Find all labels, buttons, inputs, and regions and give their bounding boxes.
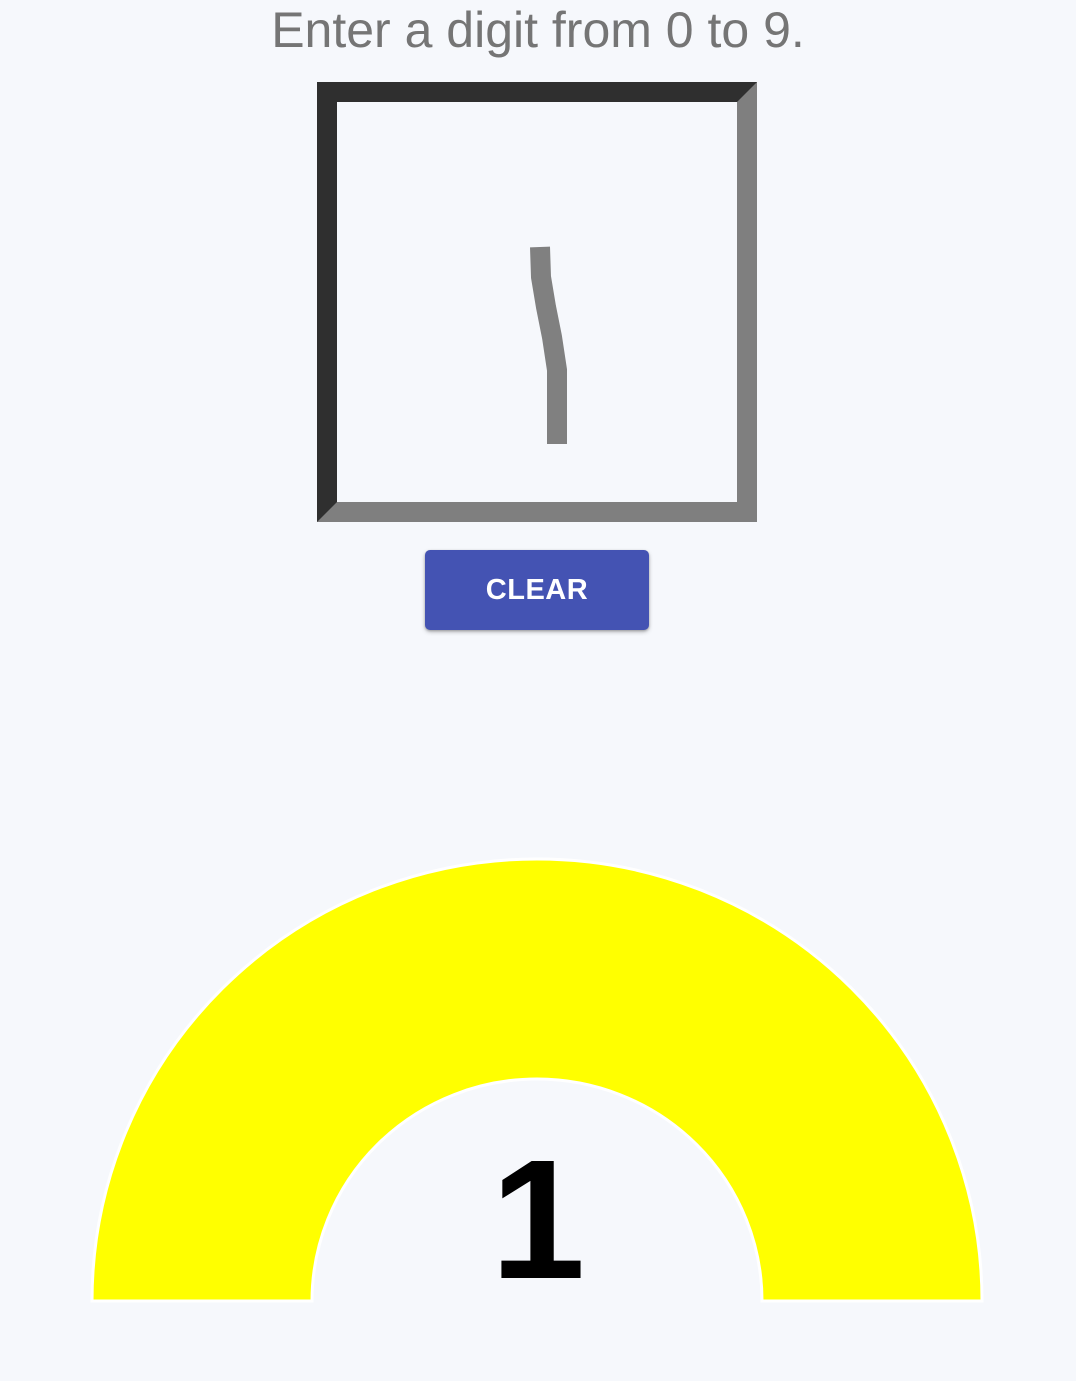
digit-stroke <box>530 246 567 444</box>
drawn-stroke <box>530 246 567 444</box>
digit-recognizer-page: Enter a digit from 0 to 9. CLEAR 1 <box>0 0 1076 1381</box>
instruction-text: Enter a digit from 0 to 9. <box>271 2 805 58</box>
drawing-canvas[interactable] <box>317 82 757 522</box>
clear-button[interactable]: CLEAR <box>425 550 649 630</box>
predicted-digit: 1 <box>490 1125 586 1315</box>
